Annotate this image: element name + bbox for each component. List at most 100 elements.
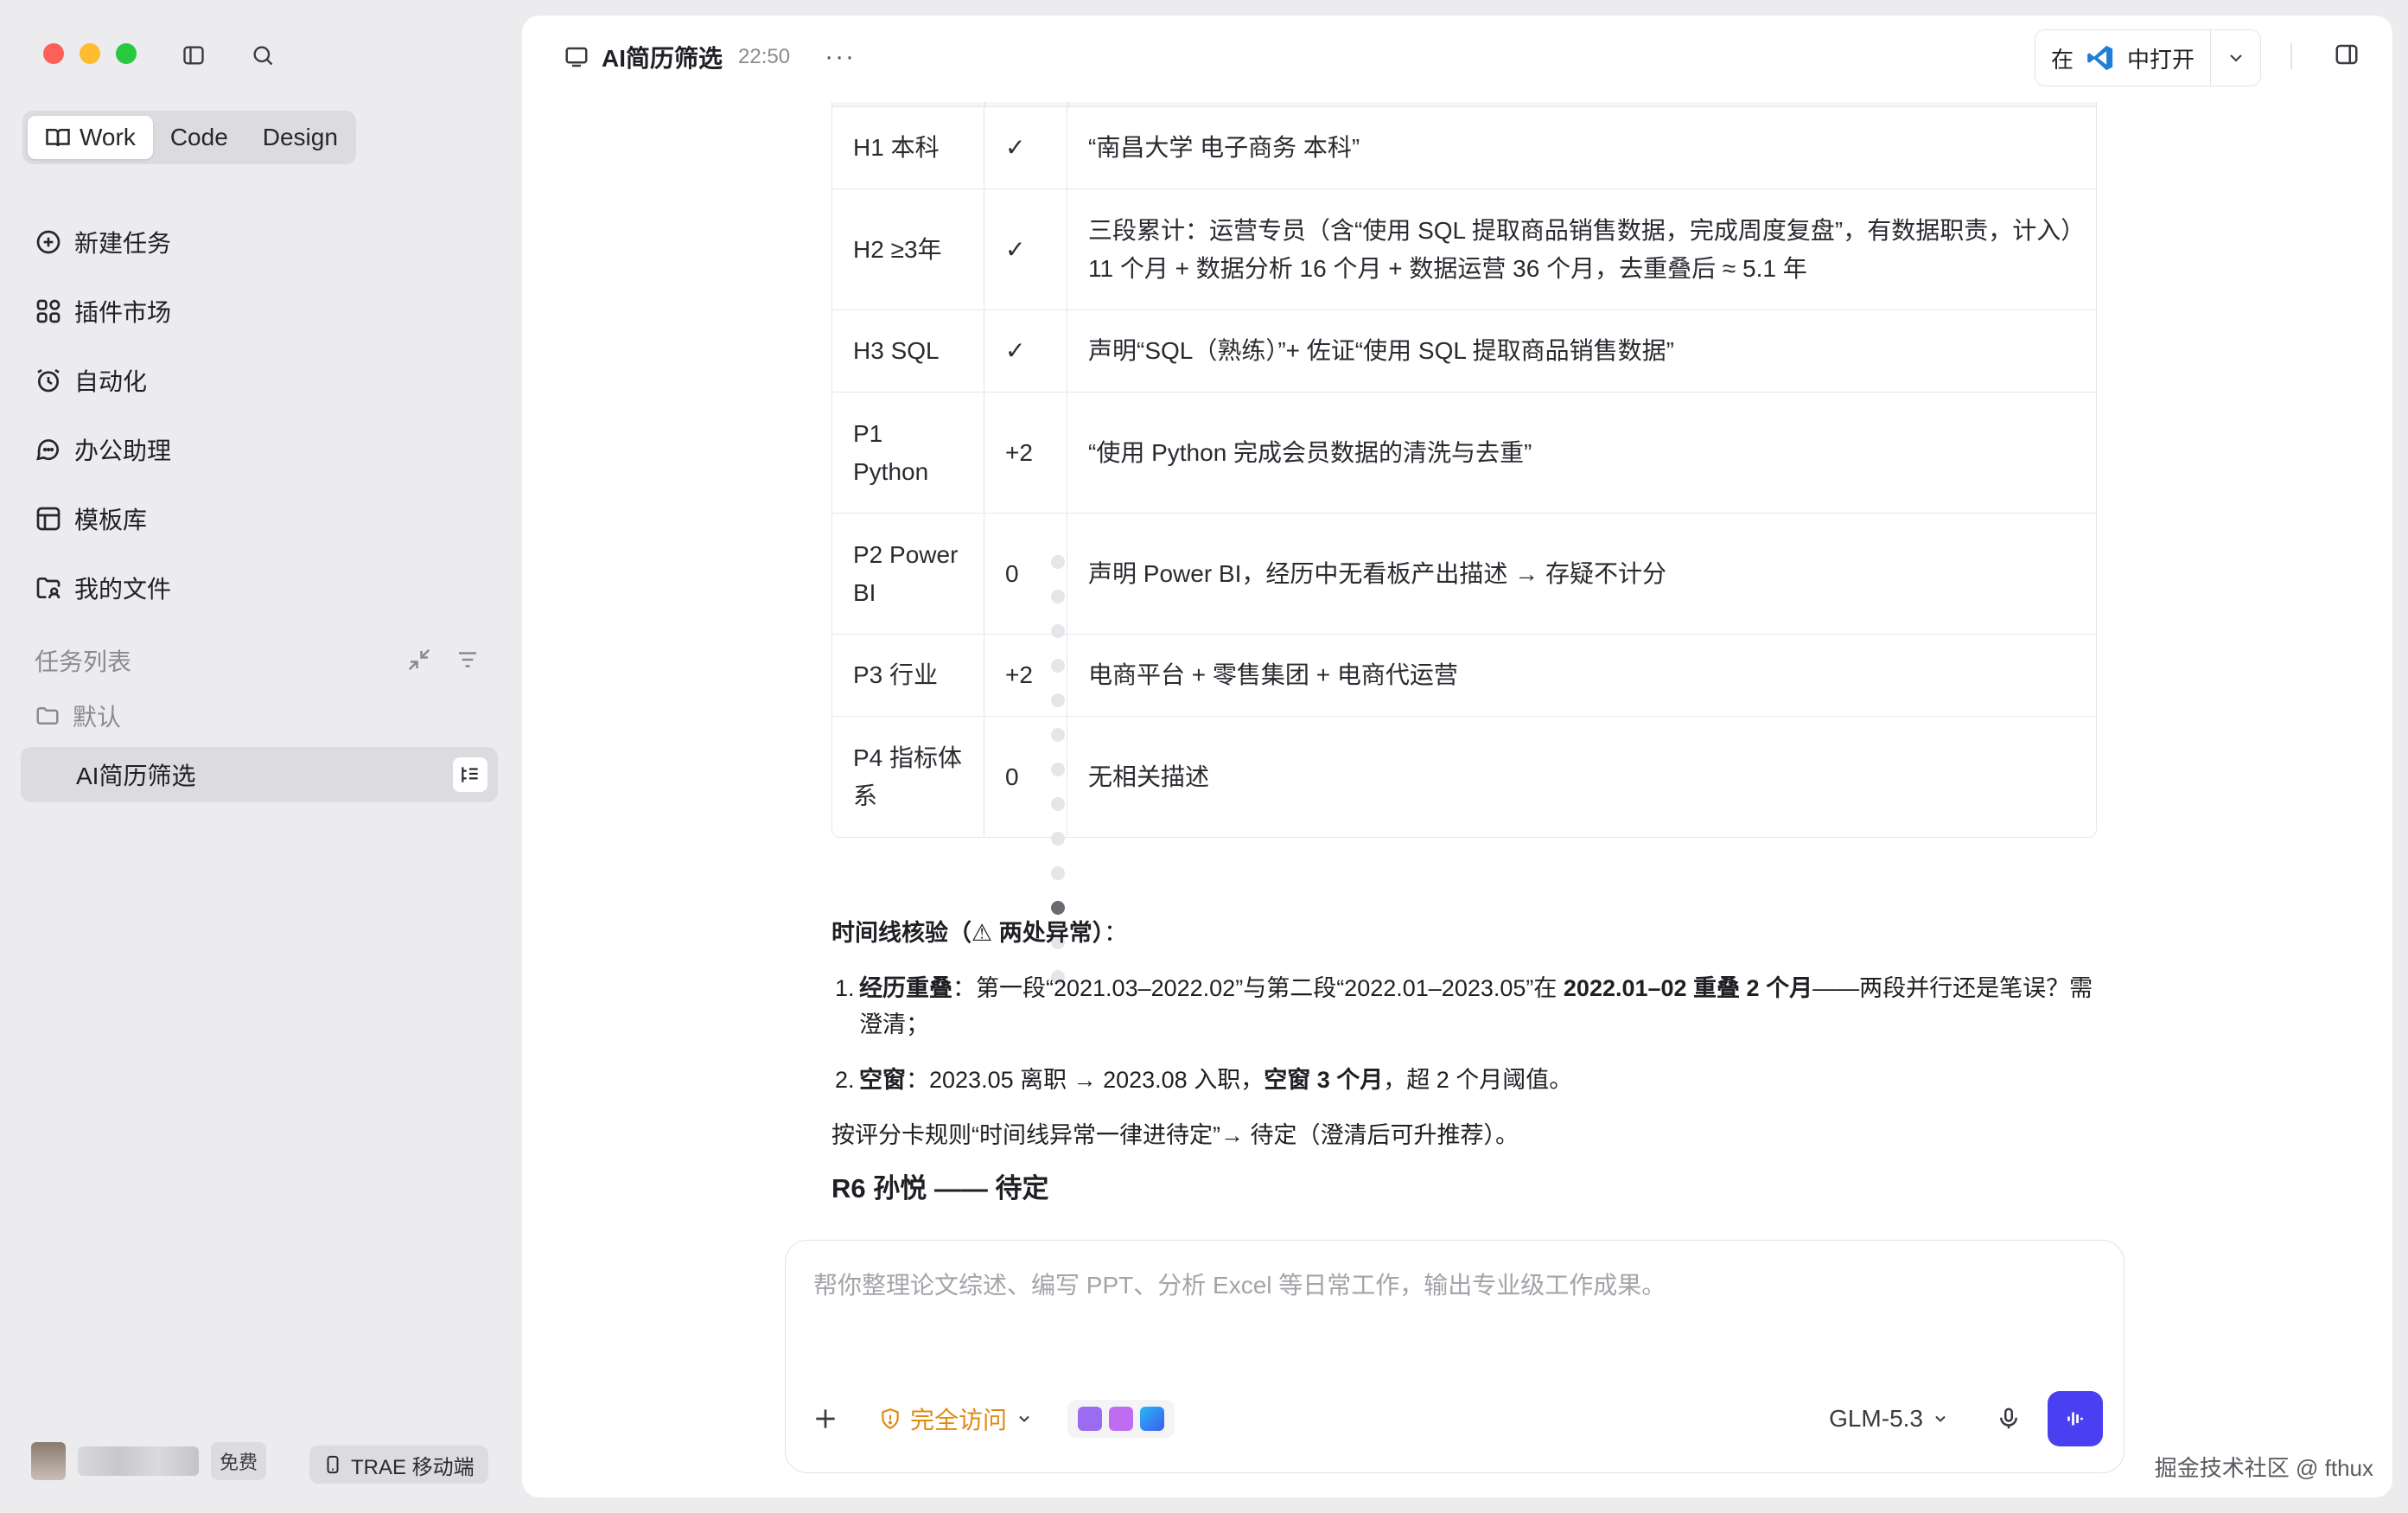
sidebar-item-label: 插件市场 (74, 299, 172, 326)
chevron-down-icon (1019, 1415, 1029, 1422)
item-emphasis: 空窗 3 个月 (1264, 1067, 1384, 1093)
table-cell-item: P3 行业 (832, 635, 984, 716)
open-options-dropdown[interactable] (2211, 48, 2260, 68)
table-cell-evidence: 无相关描述 (1088, 763, 1210, 790)
access-mode-dropdown[interactable]: 完全访问 (879, 1401, 1033, 1436)
book-icon (46, 129, 70, 147)
toggle-right-panel-icon[interactable] (2334, 41, 2360, 72)
sidebar-item-label: 我的文件 (74, 576, 172, 603)
task-item-active[interactable]: AI简历筛选 (21, 747, 498, 802)
folder-default[interactable]: 默认 (35, 699, 121, 733)
chat-content: 定 H1 本科 ✓ “南昌大学 电子商务 本科” H2 ≥3年 ✓ 三段累计：运… (522, 102, 2392, 1226)
chevron-down-icon (2229, 54, 2242, 62)
divider (2290, 43, 2292, 69)
voice-send-button[interactable] (2048, 1391, 2103, 1446)
item-emphasis: 2022.01–02 重叠 2 个月 (1563, 975, 1813, 1001)
task-list-actions (406, 647, 481, 673)
sidebar-item-plugins[interactable]: 插件市场 (35, 277, 171, 346)
item-label: 空窗 (859, 1067, 906, 1093)
table-row: P1 Python +2 “使用 Python 完成会员数据的清洗与去重” (832, 393, 2096, 514)
image-icon[interactable] (1109, 1407, 1134, 1431)
toggle-sidebar-icon[interactable] (176, 38, 211, 73)
collapse-icon[interactable] (406, 647, 432, 673)
scorecard-table: 定 H1 本科 ✓ “南昌大学 电子商务 本科” H2 ≥3年 ✓ 三段累计：运… (831, 102, 2097, 838)
table-row: H3 SQL ✓ 声明“SQL（熟练）”+ 佐证“使用 SQL 提取商品销售数据… (832, 310, 2096, 393)
minimize-window-button[interactable] (80, 43, 100, 64)
add-attachment-icon[interactable] (812, 1405, 839, 1433)
search-icon[interactable] (245, 38, 280, 73)
mobile-app-button[interactable]: TRAE 移动端 (309, 1446, 488, 1484)
table-cell-item: P2 Power BI (832, 514, 984, 634)
composer-toolbar: 完全访问 GLM-5.3 (812, 1391, 2103, 1446)
topbar: AI简历筛选 22:50 ··· 在 中打开 (522, 16, 2392, 102)
filter-icon[interactable] (455, 647, 481, 673)
tab-work-label: Work (80, 124, 136, 150)
more-options-button[interactable]: ··· (825, 42, 856, 72)
tab-code[interactable]: Code (153, 116, 245, 159)
close-window-button[interactable] (43, 43, 64, 64)
chevron-down-icon (1935, 1415, 1946, 1422)
candidate-heading: R6 孙悦 —— 待定 (831, 1173, 1049, 1203)
table-cell-evidence: 声明 Power BI，经历中无看板产出描述 → 存疑不计分 (1088, 559, 1666, 587)
tab-work[interactable]: Work (28, 116, 153, 159)
sidebar-item-label: 自动化 (74, 368, 148, 395)
sidebar-item-templates[interactable]: 模板库 (35, 484, 171, 553)
table-cell-score: ✓ (984, 310, 1067, 392)
timeline-item-1: 1. 经历重叠：第一段“2021.03–2022.02”与第二段“2022.01… (835, 975, 2093, 1037)
rule-paragraph: 按评分卡规则“时间线异常一律进待定”→ 待定（澄清后可升推荐）。 (831, 1122, 1519, 1148)
timeline-heading-colon: ： (1104, 920, 1128, 946)
item-label: 经历重叠 (859, 975, 952, 1001)
table-cell-evidence: “使用 Python 完成会员数据的清洗与去重” (1088, 438, 1532, 466)
avatar[interactable] (31, 1442, 66, 1480)
task-outline-icon[interactable] (453, 757, 487, 792)
video-icon[interactable] (1078, 1407, 1103, 1431)
timeline-item-2: 2. 空窗：2023.05 离职 → 2023.08 入职，空窗 3 个月，超 … (835, 1067, 1573, 1093)
open-prefix: 在 (2051, 46, 2074, 73)
sidebar-item-new-task[interactable]: 新建任务 (35, 207, 171, 277)
model-label: GLM-5.3 (1829, 1405, 1923, 1432)
sidebar-item-office-assistant[interactable]: 办公助理 (35, 415, 171, 484)
item-text: ：第一段“2021.03–2022.02”与第二段“2022.01–2023.0… (952, 975, 1564, 1001)
open-in-editor-main[interactable]: 在 中打开 (2035, 30, 2212, 86)
timeline-heading-text: 时间线核验（⚠ 两处异常） (831, 920, 1105, 946)
table-cell-evidence: 电商平台 + 零售集团 + 电商代运营 (1088, 661, 1458, 688)
vscode-icon (2087, 45, 2113, 71)
table-cell-score: +2 (984, 635, 1067, 716)
task-time: 22:50 (738, 45, 791, 68)
table-cell-score: ✓ (984, 107, 1067, 188)
item-text: ：2023.05 离职 → 2023.08 入职， (906, 1067, 1265, 1093)
table-cell-score: 0 (984, 514, 1067, 634)
main-panel: AI简历筛选 22:50 ··· 在 中打开 H1 本科 ✓ “南昌大学 电子商… (522, 16, 2392, 1497)
microphone-icon[interactable] (1996, 1406, 2022, 1432)
watermark: 掘金技术社区 @ fthux (2154, 1455, 2373, 1481)
message-composer[interactable]: 帮你整理论文综述、编写 PPT、分析 Excel 等日常工作，输出专业级工作成果… (785, 1240, 2125, 1473)
sidebar: Work Code Design 新建任务 插件市场 自动化 办公助理 模板库 … (0, 0, 519, 1513)
plan-badge: 免费 (211, 1442, 267, 1480)
user-bar[interactable]: 免费 (31, 1442, 267, 1480)
tab-code-label: Code (169, 124, 228, 150)
composer-placeholder[interactable]: 帮你整理论文综述、编写 PPT、分析 Excel 等日常工作，输出专业级工作成果… (813, 1267, 1666, 1301)
table-cell-score: +2 (984, 393, 1067, 513)
model-selector[interactable]: GLM-5.3 (1829, 1405, 1949, 1433)
table-row: H1 本科 ✓ “南昌大学 电子商务 本科” (832, 107, 2096, 189)
template-icon (36, 507, 61, 531)
sidebar-item-automation[interactable]: 自动化 (35, 346, 171, 415)
table-cell-item: H2 ≥3年 (832, 189, 984, 310)
sidebar-nav: 新建任务 插件市场 自动化 办公助理 模板库 我的文件 (35, 207, 171, 622)
table-header: 定 (832, 102, 2096, 107)
tab-design-label: Design (262, 124, 338, 150)
tab-design[interactable]: Design (245, 116, 355, 159)
sidebar-item-my-files[interactable]: 我的文件 (35, 553, 171, 622)
table-row: H2 ≥3年 ✓ 三段累计：运营专员（含“使用 SQL 提取商品销售数据，完成周… (832, 189, 2096, 310)
table-cell-item: P1 Python (832, 393, 984, 513)
media-tools (1067, 1400, 1175, 1438)
maximize-window-button[interactable] (116, 43, 137, 64)
apps-icon (36, 299, 61, 323)
open-in-editor-button[interactable]: 在 中打开 (2035, 29, 2261, 86)
folder-label: 默认 (73, 704, 122, 731)
table-cell-evidence: 声明“SQL（熟练）”+ 佐证“使用 SQL 提取商品销售数据” (1088, 337, 1675, 364)
phone-icon (327, 1455, 339, 1474)
brush-icon[interactable] (1140, 1407, 1165, 1431)
sidebar-item-label: 新建任务 (74, 230, 172, 257)
table-row: P4 指标体系 0 无相关描述 (832, 717, 2096, 837)
